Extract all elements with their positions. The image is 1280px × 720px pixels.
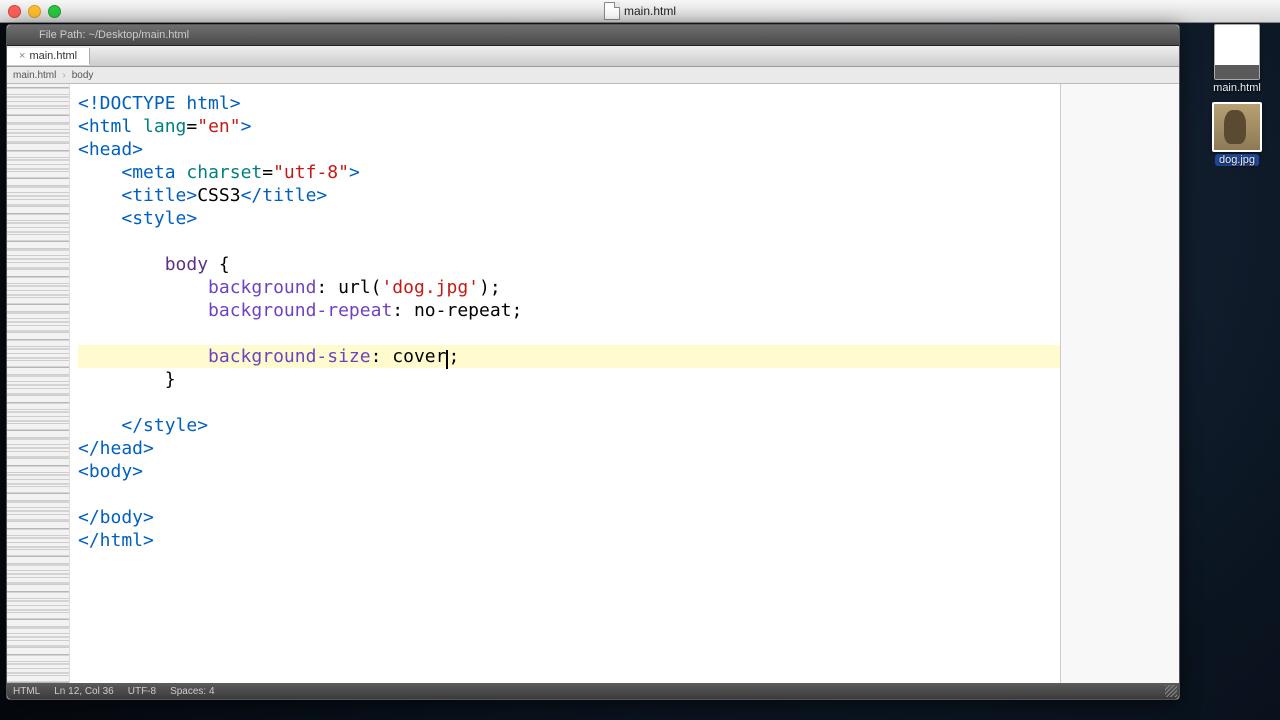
window-titlebar[interactable]: File Path: ~/Desktop/main.html [7, 25, 1179, 46]
minimize-icon[interactable] [28, 5, 41, 18]
chevron-right-icon: › [62, 70, 65, 81]
file-path-label: File Path: ~/Desktop/main.html [39, 29, 189, 41]
breadcrumb: main.html › body [7, 67, 1179, 84]
code-line[interactable]: </html> [78, 529, 1052, 552]
code-line[interactable]: </style> [78, 414, 1052, 437]
status-indent[interactable]: Spaces: 4 [170, 686, 214, 697]
menubar-doc-title: main.html [604, 2, 676, 20]
resize-handle-icon[interactable] [1165, 685, 1177, 697]
code-line[interactable]: background-size: cover; [78, 345, 1052, 368]
editor-window: File Path: ~/Desktop/main.html × main.ht… [6, 24, 1180, 700]
desktop-file-dog-jpg[interactable]: dog.jpg [1212, 102, 1262, 166]
code-line[interactable]: body { [78, 253, 1052, 276]
code-line[interactable]: background: url('dog.jpg'); [78, 276, 1052, 299]
code-line[interactable]: background-repeat: no-repeat; [78, 299, 1052, 322]
code-editor[interactable]: <!DOCTYPE html><html lang="en"><head> <m… [70, 84, 1060, 683]
breadcrumb-item[interactable]: main.html [13, 70, 56, 81]
menubar-title-text: main.html [624, 4, 676, 18]
os-menubar: main.html [0, 0, 1280, 23]
editor-area: <!DOCTYPE html><html lang="en"><head> <m… [7, 84, 1179, 683]
code-line[interactable] [78, 391, 1052, 414]
breadcrumb-item[interactable]: body [72, 70, 94, 81]
code-line[interactable] [78, 230, 1052, 253]
desktop-file-main-html[interactable]: HTML main.html [1213, 24, 1261, 94]
zoom-icon[interactable] [48, 5, 61, 18]
gutter-fold-markers [7, 84, 69, 683]
code-line[interactable]: <!DOCTYPE html> [78, 92, 1052, 115]
code-line[interactable]: <style> [78, 207, 1052, 230]
html-document-icon: HTML [1214, 24, 1260, 80]
status-cursor-pos: Ln 12, Col 36 [54, 686, 114, 697]
document-icon [604, 2, 620, 20]
desktop-icons: HTML main.html dog.jpg [1202, 24, 1272, 166]
tab-bar: × main.html [7, 46, 1179, 67]
window-traffic-lights [8, 5, 61, 18]
code-line[interactable]: <meta charset="utf-8"> [78, 161, 1052, 184]
code-line[interactable]: <body> [78, 460, 1052, 483]
minimap[interactable] [1060, 84, 1179, 683]
status-language[interactable]: HTML [13, 686, 40, 697]
code-line[interactable] [78, 322, 1052, 345]
image-thumbnail-icon [1212, 102, 1262, 152]
code-line[interactable]: <html lang="en"> [78, 115, 1052, 138]
line-highlight-extension [940, 345, 1060, 368]
close-icon[interactable] [8, 5, 21, 18]
tab-label: main.html [29, 50, 77, 62]
file-caption: dog.jpg [1215, 154, 1259, 166]
code-line[interactable]: <title>CSS3</title> [78, 184, 1052, 207]
tab-main-html[interactable]: × main.html [7, 48, 90, 65]
code-line[interactable]: </head> [78, 437, 1052, 460]
code-line[interactable]: } [78, 368, 1052, 391]
code-line[interactable] [78, 483, 1052, 506]
tab-close-icon[interactable]: × [19, 50, 25, 62]
gutter [7, 84, 70, 683]
status-encoding[interactable]: UTF-8 [128, 686, 156, 697]
code-line[interactable]: <head> [78, 138, 1052, 161]
file-badge: HTML [1215, 65, 1259, 79]
status-bar: HTML Ln 12, Col 36 UTF-8 Spaces: 4 [7, 683, 1179, 699]
file-caption: main.html [1213, 82, 1261, 94]
code-line[interactable]: </body> [78, 506, 1052, 529]
